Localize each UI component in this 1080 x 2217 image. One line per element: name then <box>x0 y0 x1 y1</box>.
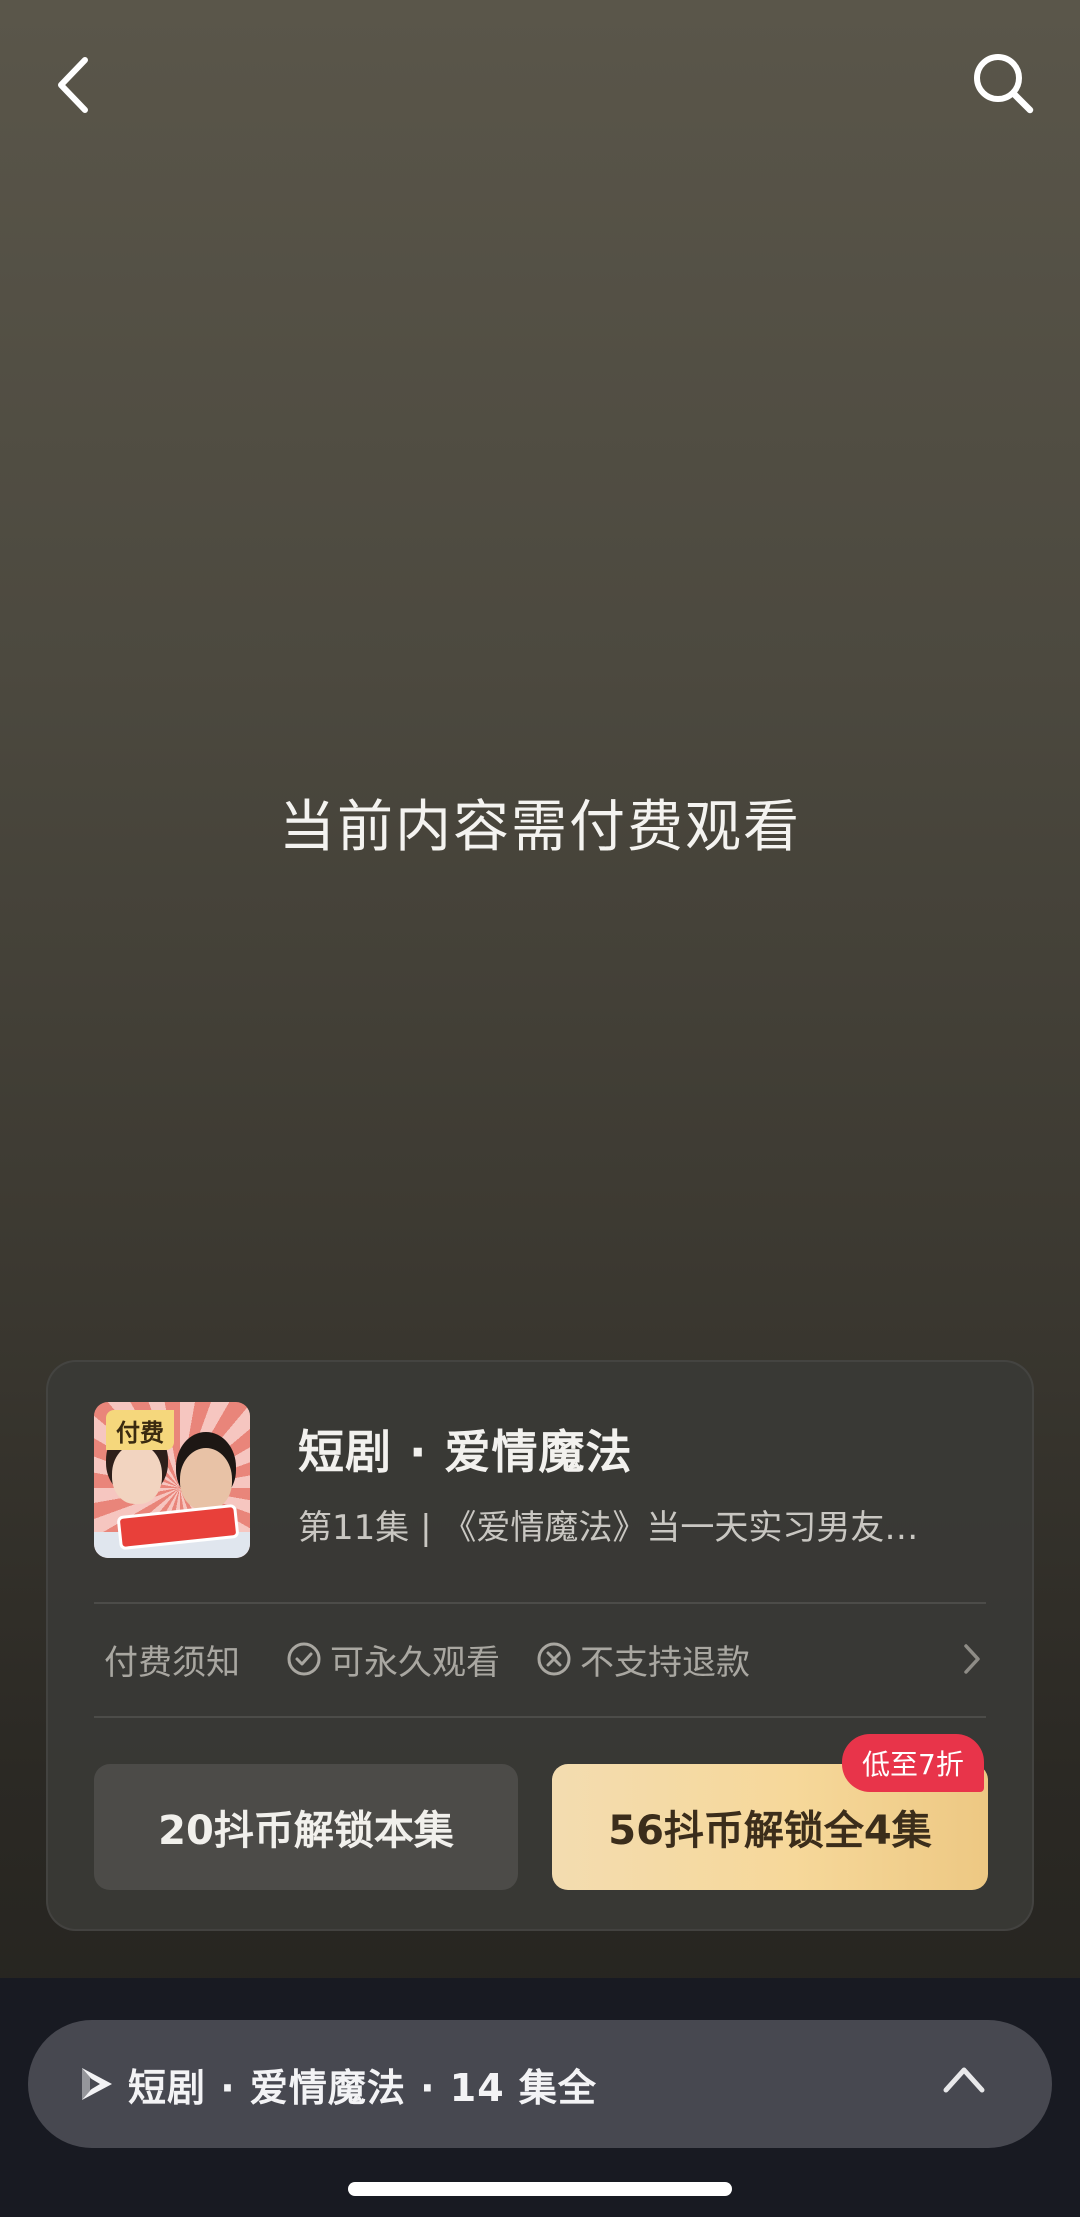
x-circle-icon <box>537 1642 571 1676</box>
search-icon <box>974 54 1034 114</box>
chevron-left-icon <box>58 57 88 113</box>
drama-title: 短剧 · 爱情魔法 <box>298 1425 633 1479</box>
unlock-episode-button[interactable]: 20抖币解锁本集 <box>94 1764 518 1890</box>
collection-label: 短剧 · 爱情魔法 · 14 集全 <box>128 2065 597 2110</box>
chevron-up-icon[interactable] <box>942 2064 986 2094</box>
notice-permanent: 可永久观看 <box>286 1635 500 1684</box>
payment-notice-label: 付费须知 <box>104 1642 240 1683</box>
paywall-message: 当前内容需付费观看 <box>279 795 801 860</box>
chevron-right-icon <box>964 1644 980 1674</box>
home-indicator[interactable] <box>348 2182 732 2196</box>
back-button[interactable] <box>42 50 102 120</box>
payment-notice-row[interactable]: 付费须知 可永久观看 不支持退款 <box>94 1622 986 1696</box>
drama-play-icon <box>76 2064 116 2104</box>
paywall-card: 付费 短剧 · 爱情魔法 第11集 | 《爱情魔法》当一天实习男友… 付费须知 … <box>46 1360 1034 1931</box>
paid-badge: 付费 <box>106 1410 174 1450</box>
cover-actor <box>180 1448 232 1510</box>
discount-badge: 低至7折 <box>842 1734 984 1792</box>
cover-actress <box>112 1444 162 1504</box>
search-button[interactable] <box>968 48 1040 120</box>
notice-no-refund: 不支持退款 <box>536 1635 750 1684</box>
divider <box>94 1716 986 1718</box>
check-circle-icon <box>287 1642 321 1676</box>
divider <box>94 1602 986 1604</box>
episode-subtitle: 第11集 | 《爱情魔法》当一天实习男友… <box>298 1508 919 1548</box>
drama-collection-bar[interactable]: 短剧 · 爱情魔法 · 14 集全 <box>28 2020 1052 2148</box>
